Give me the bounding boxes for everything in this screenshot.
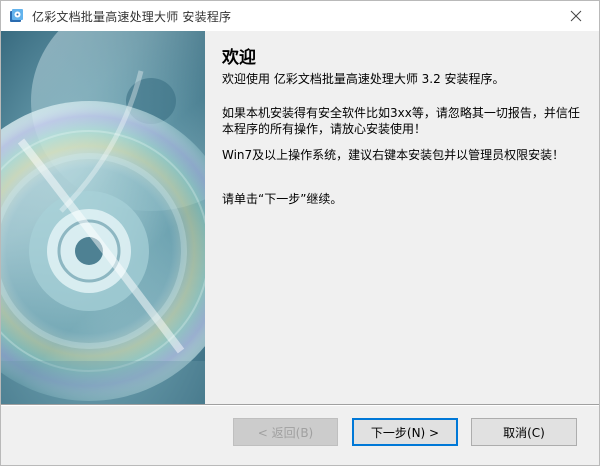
security-notice: 如果本机安装得有安全软件比如3xx等，请忽略其一切报告，并信任本程序的所有操作，… xyxy=(222,106,580,136)
installer-app-icon xyxy=(9,8,25,24)
close-icon xyxy=(570,10,582,22)
installer-window: 亿彩文档批量高速处理大师 安装程序 欢迎 欢迎使用 亿彩文档批量高速处理大师 3… xyxy=(0,0,600,466)
cd-disc-banner-image xyxy=(1,31,205,404)
footer-divider xyxy=(1,404,599,406)
next-button[interactable]: 下一步(N) > xyxy=(352,418,458,446)
welcome-content: 欢迎 欢迎使用 亿彩文档批量高速处理大师 3.2 安装程序。 如果本机安装得有安… xyxy=(205,31,599,404)
window-title: 亿彩文档批量高速处理大师 安装程序 xyxy=(32,10,232,24)
continue-instruction: 请单击“下一步”继续。 xyxy=(222,192,343,206)
admin-notice: Win7及以上操作系统，建议右键本安装包并以管理员权限安装！ xyxy=(222,148,565,162)
back-button[interactable]: < 返回(B) xyxy=(233,418,338,446)
cancel-button[interactable]: 取消(C) xyxy=(471,418,577,446)
page-title: 欢迎 xyxy=(222,48,256,68)
close-button[interactable] xyxy=(553,1,599,31)
title-bar[interactable]: 亿彩文档批量高速处理大师 安装程序 xyxy=(1,1,599,31)
welcome-message: 欢迎使用 亿彩文档批量高速处理大师 3.2 安装程序。 xyxy=(222,72,505,86)
